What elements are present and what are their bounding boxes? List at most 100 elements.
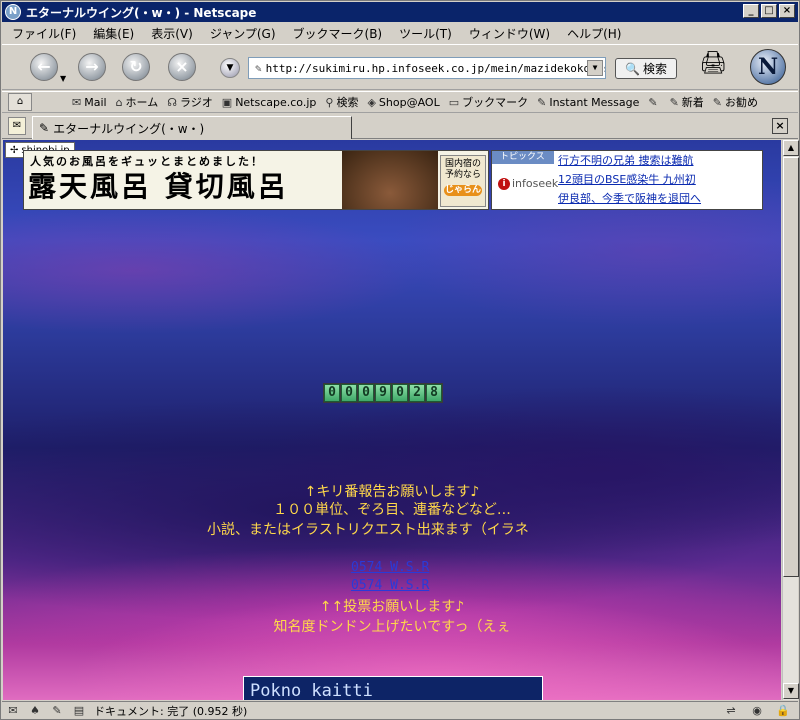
ad-stamp-brand: じゃらん xyxy=(444,185,482,196)
vertical-scrollbar[interactable]: ▲ ▼ xyxy=(782,140,799,700)
infoseek-logo[interactable]: i infoseek xyxy=(498,177,558,190)
search-button-label: 検索 xyxy=(642,62,667,76)
stop-button[interactable]: × xyxy=(168,53,196,81)
reload-button[interactable]: ↻ xyxy=(122,53,150,81)
link-icon: ✎ xyxy=(669,95,679,109)
menu-bookmarks[interactable]: ブックマーク(B) xyxy=(293,25,383,42)
news-link[interactable]: 12頭目のBSE感染牛 九州初 xyxy=(558,170,762,189)
bookmark-shop-label: Shop@AOL xyxy=(378,95,440,109)
vote-link[interactable]: 0574 W.S.R xyxy=(351,578,429,593)
headphones-icon: ☊ xyxy=(167,95,177,109)
menu-go[interactable]: ジャンプ(G) xyxy=(210,25,276,42)
netscape-app-icon: N xyxy=(5,4,21,20)
link-icon: ✎ xyxy=(712,95,722,109)
ad-stamp-line1: 国内宿の xyxy=(444,159,481,169)
bookmark-mail[interactable]: ✉ Mail xyxy=(72,96,107,109)
shinobi-icon: ✢ xyxy=(10,144,19,156)
lock-icon[interactable]: 🔒 xyxy=(772,704,794,719)
bookmark-im[interactable]: ✎ Instant Message xyxy=(537,96,639,109)
counter-digit: 0 xyxy=(341,384,357,402)
back-dropdown-icon[interactable]: ▼ xyxy=(60,75,68,83)
counter-digit: 0 xyxy=(392,384,408,402)
maximize-button[interactable]: □ xyxy=(761,4,777,18)
status-bar: ✉ ♠ ✎ ▤ ドキュメント: 完了 (0.952 秒) ⇌ ◉ 🔒 xyxy=(2,701,798,720)
bookmark-im-label: Instant Message xyxy=(549,95,640,109)
forward-button[interactable]: → xyxy=(78,53,106,81)
menu-tools[interactable]: ツール(T) xyxy=(399,25,452,42)
new-tab-icon[interactable]: ✉ xyxy=(8,117,26,135)
bookmark-recommend-label: お勧め xyxy=(725,96,758,109)
counter-digit: 0 xyxy=(358,384,374,402)
news-link[interactable]: 伊良部、今季で阪神を退団へ xyxy=(558,189,762,208)
bookmark-radio[interactable]: ☊ ラジオ xyxy=(167,94,213,110)
security-icon[interactable]: ◉ xyxy=(746,704,768,719)
bookmark-new-label: 新着 xyxy=(681,96,704,109)
tab-current[interactable]: ✎ エターナルウイング(・w・) xyxy=(32,116,352,139)
link-icon: ✎ xyxy=(537,95,547,109)
close-tab-button[interactable]: × xyxy=(772,118,788,134)
magnifier-icon: 🔍 xyxy=(625,61,640,76)
infoseek-logo-label: infoseek xyxy=(512,177,559,190)
bookmark-radio-label: ラジオ xyxy=(180,96,213,109)
bookmark-recommend[interactable]: ✎ お勧め xyxy=(713,94,758,110)
scroll-thumb[interactable] xyxy=(783,157,799,577)
url-history-dropdown-icon[interactable]: ▼ xyxy=(220,58,240,78)
window-controls: _ □ × xyxy=(743,4,795,18)
page-content: ✢ shinobi.jp 人気のお風呂をギュッとまとめました！ 露天風呂 貸切風… xyxy=(3,140,781,700)
status-text: ドキュメント: 完了 (0.952 秒) xyxy=(94,705,248,718)
aim-icon[interactable]: ♠ xyxy=(24,704,46,719)
close-window-button[interactable]: × xyxy=(779,4,795,18)
url-input[interactable]: ✎ http://sukimiru.hp.infoseek.co.jp/mein… xyxy=(248,57,606,79)
onsen-ad-banner[interactable]: 人気のお風呂をギュッとまとめました！ 露天風呂 貸切風呂 国内宿の 予約なら じ… xyxy=(23,150,489,210)
bookmark-new[interactable]: ✎ 新着 xyxy=(670,94,704,110)
ad-tagline: 人気のお風呂をギュッとまとめました！ xyxy=(30,155,264,168)
mail-status-icon[interactable]: ✉ xyxy=(2,704,24,719)
scroll-down-icon[interactable]: ▼ xyxy=(783,683,799,699)
url-dropdown-icon[interactable]: ▼ xyxy=(587,60,603,76)
toolbar-home-icon[interactable]: ⌂ xyxy=(8,93,32,111)
magnifier-icon: ⚲ xyxy=(325,95,334,109)
access-counter: 0 0 0 9 0 2 8 xyxy=(323,383,443,403)
back-button[interactable]: ← xyxy=(30,53,58,81)
bookmark-mail-label: Mail xyxy=(84,95,107,109)
tab-label: エターナルウイング(・w・) xyxy=(53,121,205,136)
ad-stamp: 国内宿の 予約なら じゃらん xyxy=(440,155,486,207)
bookmark-search[interactable]: ⚲ 検索 xyxy=(325,94,358,110)
news-list: 行方不明の兄弟 捜索は難航 12頭目のBSE感染牛 九州初 伊良部、今季で阪神を… xyxy=(558,151,762,208)
bookmark-blank[interactable]: ✎ xyxy=(648,96,660,109)
menu-edit[interactable]: 編集(E) xyxy=(93,25,134,42)
menu-window[interactable]: ウィンドウ(W) xyxy=(469,25,550,42)
kiri-units-text: １００単位、ぞろ目、連番などなど… xyxy=(273,502,511,518)
vote-link[interactable]: 0574 W.S.R xyxy=(351,560,429,575)
bookmark-folder[interactable]: ▭ ブックマーク xyxy=(449,94,528,110)
title-bar: N エターナルウイング(・w・) - Netscape _ □ × xyxy=(2,2,798,22)
tab-bar: ✉ ✎ エターナルウイング(・w・) × xyxy=(2,114,798,139)
netscape-logo[interactable]: N xyxy=(750,49,786,85)
scroll-up-icon[interactable]: ▲ xyxy=(783,140,799,156)
menu-view[interactable]: 表示(V) xyxy=(151,25,193,42)
bookmark-folder-label: ブックマーク xyxy=(462,96,529,109)
news-link[interactable]: 行方不明の兄弟 捜索は難航 xyxy=(558,151,762,170)
composer-icon[interactable]: ✎ xyxy=(46,704,68,719)
bookmark-shop[interactable]: ◈ Shop@AOL xyxy=(367,96,439,109)
window-title: エターナルウイング(・w・) - Netscape xyxy=(26,5,257,20)
bookmark-netscape[interactable]: ▣ Netscape.co.jp xyxy=(222,96,317,109)
ad-stamp-line2: 予約なら xyxy=(444,170,481,180)
bookmark-search-label: 検索 xyxy=(336,96,359,109)
home-icon: ⌂ xyxy=(115,95,123,109)
address-book-icon[interactable]: ▤ xyxy=(68,704,90,719)
print-icon[interactable]: 🖨 xyxy=(698,51,728,79)
menu-file[interactable]: ファイル(F) xyxy=(12,25,76,42)
bottom-banner[interactable]: Pokno kaitti xyxy=(243,676,543,700)
menu-help[interactable]: ヘルプ(H) xyxy=(567,25,621,42)
bookmark-home-label: ホーム xyxy=(125,96,159,109)
search-button[interactable]: 🔍 検索 xyxy=(615,58,677,79)
browser-window: N エターナルウイング(・w・) - Netscape _ □ × ファイル(F… xyxy=(0,0,800,720)
connection-icon: ⇌ xyxy=(726,704,736,717)
shop-icon: ◈ xyxy=(367,95,376,109)
minimize-button[interactable]: _ xyxy=(743,4,759,18)
mail-icon: ✉ xyxy=(72,95,82,109)
bookmark-home[interactable]: ⌂ ホーム xyxy=(116,94,159,110)
fame-text: 知名度ドンドン上げたいですっ（えぇ xyxy=(273,619,511,635)
ad-photo xyxy=(342,151,438,209)
